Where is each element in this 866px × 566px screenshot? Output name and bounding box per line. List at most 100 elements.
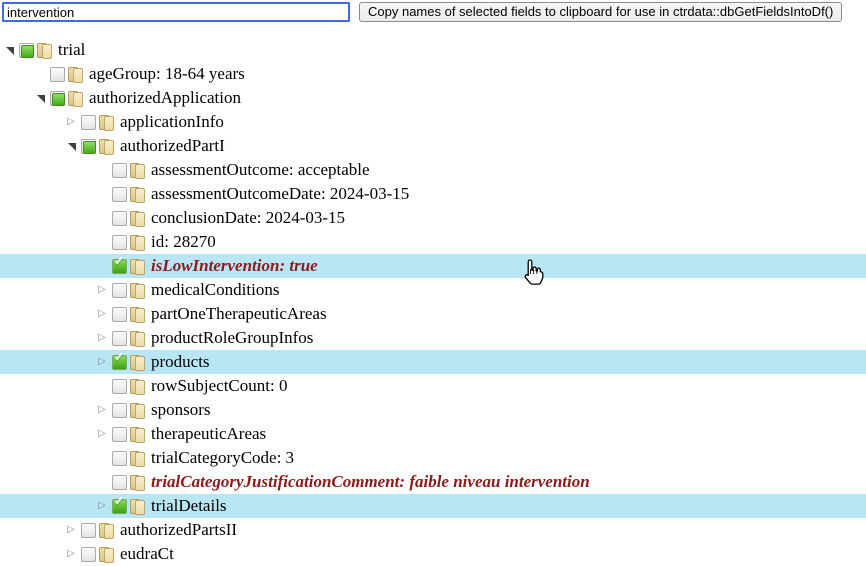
checkbox-unchecked[interactable] bbox=[112, 307, 127, 322]
expander-spacer bbox=[97, 158, 112, 182]
expander-spacer bbox=[97, 446, 112, 470]
tree-row: ▷ applicationInfo bbox=[0, 110, 866, 134]
folder-icon bbox=[130, 258, 147, 275]
tree-row: ▷ productRoleGroupInfos bbox=[0, 326, 866, 350]
expander-spacer bbox=[97, 230, 112, 254]
collapse-node-icon[interactable] bbox=[4, 38, 19, 62]
checkbox-checked[interactable]: ✔ bbox=[112, 499, 127, 514]
checkbox-unchecked[interactable] bbox=[112, 403, 127, 418]
collapse-node-icon[interactable] bbox=[35, 86, 50, 110]
node-label[interactable]: assessmentOutcomeDate: 2024-03-15 bbox=[151, 182, 415, 206]
checkbox-undetermined[interactable] bbox=[50, 91, 65, 106]
tree-row: ▷ medicalConditions bbox=[0, 278, 866, 302]
tree-row: id: 28270 bbox=[0, 230, 866, 254]
expand-node-icon[interactable]: ▷ bbox=[66, 110, 81, 134]
expand-node-icon[interactable]: ▷ bbox=[97, 422, 112, 446]
checkbox-unchecked[interactable] bbox=[112, 379, 127, 394]
tree-row: rowSubjectCount: 0 bbox=[0, 374, 866, 398]
checkbox-unchecked[interactable] bbox=[81, 547, 96, 562]
node-label[interactable]: trialDetails bbox=[151, 494, 233, 518]
checkbox-checked[interactable]: ✔ bbox=[112, 355, 127, 370]
expander-spacer bbox=[97, 254, 112, 278]
checkbox-unchecked[interactable] bbox=[112, 163, 127, 178]
folder-icon bbox=[37, 42, 54, 59]
tree-row: authorizedPartI bbox=[0, 134, 866, 158]
expand-node-icon[interactable]: ▷ bbox=[97, 350, 112, 374]
tree-row: ▷ sponsors bbox=[0, 398, 866, 422]
checkbox-checked[interactable]: ✔ bbox=[112, 259, 127, 274]
folder-icon bbox=[99, 114, 116, 131]
node-label[interactable]: products bbox=[151, 350, 216, 374]
node-label[interactable]: authorizedPartsII bbox=[120, 518, 243, 542]
checkbox-unchecked[interactable] bbox=[112, 427, 127, 442]
node-label[interactable]: productRoleGroupInfos bbox=[151, 326, 319, 350]
folder-icon bbox=[130, 282, 147, 299]
tree-row: authorizedApplication bbox=[0, 86, 866, 110]
folder-icon bbox=[68, 66, 85, 83]
folder-icon bbox=[130, 162, 147, 179]
expander-spacer bbox=[97, 470, 112, 494]
expander-spacer bbox=[35, 62, 50, 86]
tree-row: ageGroup: 18-64 years bbox=[0, 62, 866, 86]
expander-spacer bbox=[97, 374, 112, 398]
folder-icon bbox=[130, 210, 147, 227]
node-label[interactable]: medicalConditions bbox=[151, 278, 285, 302]
node-label[interactable]: therapeuticAreas bbox=[151, 422, 272, 446]
node-label[interactable]: ageGroup: 18-64 years bbox=[89, 62, 251, 86]
tree-row: conclusionDate: 2024-03-15 bbox=[0, 206, 866, 230]
tree-row: ▷✔ trialDetails bbox=[0, 494, 866, 518]
tree-row: assessmentOutcomeDate: 2024-03-15 bbox=[0, 182, 866, 206]
expand-node-icon[interactable]: ▷ bbox=[97, 302, 112, 326]
checkbox-unchecked[interactable] bbox=[112, 187, 127, 202]
checkbox-unchecked[interactable] bbox=[112, 451, 127, 466]
tree-row: trial bbox=[0, 38, 866, 62]
node-label[interactable]: authorizedPartI bbox=[120, 134, 231, 158]
checkbox-unchecked[interactable] bbox=[112, 235, 127, 250]
checkbox-unchecked[interactable] bbox=[81, 523, 96, 538]
folder-icon bbox=[130, 498, 147, 515]
node-label[interactable]: sponsors bbox=[151, 398, 217, 422]
node-label[interactable]: partOneTherapeuticAreas bbox=[151, 302, 333, 326]
expand-node-icon[interactable]: ▷ bbox=[97, 278, 112, 302]
folder-icon bbox=[130, 402, 147, 419]
folder-icon bbox=[130, 378, 147, 395]
search-input[interactable] bbox=[2, 2, 350, 22]
folder-icon bbox=[130, 450, 147, 467]
node-label[interactable]: isLowIntervention: true bbox=[151, 254, 324, 278]
checkbox-unchecked[interactable] bbox=[112, 475, 127, 490]
checkbox-unchecked[interactable] bbox=[112, 211, 127, 226]
node-label[interactable]: trialCategoryCode: 3 bbox=[151, 446, 300, 470]
folder-icon bbox=[68, 90, 85, 107]
tree-row: ▷ therapeuticAreas bbox=[0, 422, 866, 446]
tree-row: ▷ authorizedPartsII bbox=[0, 518, 866, 542]
node-label[interactable]: authorizedApplication bbox=[89, 86, 247, 110]
collapse-node-icon[interactable] bbox=[66, 134, 81, 158]
folder-icon bbox=[130, 186, 147, 203]
folder-icon bbox=[130, 354, 147, 371]
node-label[interactable]: id: 28270 bbox=[151, 230, 222, 254]
node-label[interactable]: conclusionDate: 2024-03-15 bbox=[151, 206, 351, 230]
tree: trialageGroup: 18-64 yearsauthorizedAppl… bbox=[0, 38, 866, 566]
checkbox-unchecked[interactable] bbox=[81, 115, 96, 130]
copy-fields-button[interactable]: Copy names of selected fields to clipboa… bbox=[359, 2, 842, 22]
node-label[interactable]: rowSubjectCount: 0 bbox=[151, 374, 293, 398]
expand-node-icon[interactable]: ▷ bbox=[66, 518, 81, 542]
node-label[interactable]: trialCategoryJustificationComment: faibl… bbox=[151, 470, 596, 494]
checkbox-unchecked[interactable] bbox=[112, 283, 127, 298]
expand-node-icon[interactable]: ▷ bbox=[97, 326, 112, 350]
folder-icon bbox=[130, 474, 147, 491]
node-label[interactable]: assessmentOutcome: acceptable bbox=[151, 158, 376, 182]
folder-icon bbox=[99, 138, 116, 155]
checkbox-undetermined[interactable] bbox=[81, 139, 96, 154]
checkbox-unchecked[interactable] bbox=[50, 67, 65, 82]
tree-row: ▷ partOneTherapeuticAreas bbox=[0, 302, 866, 326]
folder-icon bbox=[130, 330, 147, 347]
checkbox-undetermined[interactable] bbox=[19, 43, 34, 58]
tree-row: ▷✔ products bbox=[0, 350, 866, 374]
expand-node-icon[interactable]: ▷ bbox=[97, 494, 112, 518]
checkbox-unchecked[interactable] bbox=[112, 331, 127, 346]
node-label[interactable]: applicationInfo bbox=[120, 110, 230, 134]
expand-node-icon[interactable]: ▷ bbox=[97, 398, 112, 422]
node-label[interactable]: trial bbox=[58, 38, 91, 62]
tree-row: assessmentOutcome: acceptable bbox=[0, 158, 866, 182]
